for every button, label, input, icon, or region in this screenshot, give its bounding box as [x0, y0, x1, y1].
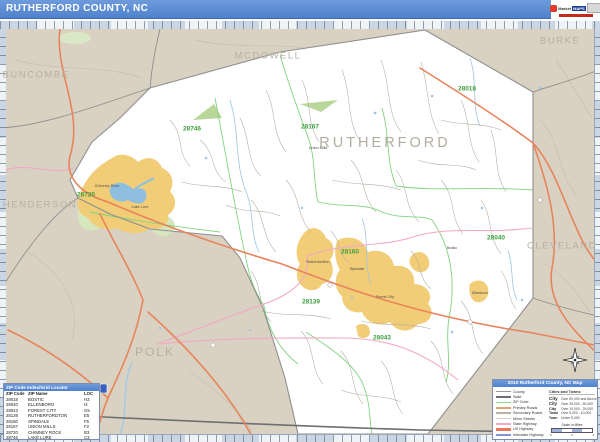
legend-item-interstate-highway: Interstate Highway [496, 432, 549, 437]
town-label: Rutherfordton [306, 260, 329, 264]
map-canvas: BUNCOMBE MCDOWELL BURKE HENDERSON CLEVEL… [6, 29, 594, 434]
county-label-rutherford: RUTHERFORD [319, 135, 451, 151]
town-label: Chimney Rock [95, 184, 120, 188]
zip-label-28018: 28018 [458, 86, 476, 93]
logo-address-block [587, 3, 600, 13]
zip-index-header: ZIP Code Index/Grid Locator [4, 384, 99, 391]
map-legend: 2010 Rutherford County, NC Map County St… [492, 379, 598, 440]
zip-label-28167: 28167 [301, 124, 319, 131]
county-label-cleveland: CLEVELAND [527, 241, 597, 252]
scale-bar-group: Scale in Miles 024 [549, 423, 595, 437]
county-label-polk: POLK [135, 345, 175, 359]
interstate-shield-icon [100, 384, 107, 393]
town-label: Union Mills [309, 146, 328, 150]
grid-ruler-right [594, 29, 600, 434]
map-art [6, 29, 594, 434]
town-label: Spindale [350, 267, 365, 271]
zip-label-28160: 28160 [341, 249, 359, 256]
zip-index-row: 28746LAKE LUREC3 [4, 435, 99, 441]
county-label-burke: BURKE [540, 36, 580, 47]
logo-red-strip [559, 14, 593, 17]
county-label-henderson: HENDERSON [3, 200, 77, 211]
map-legend-header: 2010 Rutherford County, NC Map [493, 380, 597, 387]
logo: Market MAPS [551, 0, 600, 20]
zip-label-28139: 28139 [302, 299, 320, 306]
zip-label-28040: 28040 [487, 235, 505, 242]
zip-label-28746: 28746 [183, 126, 201, 133]
town-label: Bostic [447, 246, 457, 250]
town-label: Forest City [376, 295, 394, 299]
legend-line-items: County State ZIP Code Primary Roads Seco… [496, 389, 549, 438]
city-size-row: TownUnder 5,000 [549, 416, 595, 421]
zip-label-28720: 28720 [77, 192, 95, 199]
scale-ticks: 024 [550, 433, 594, 437]
zip-index-legend: ZIP Code Index/Grid Locator ZIP Code ZIP… [3, 383, 100, 440]
forest-patch [59, 32, 91, 44]
page-title: RUTHERFORD COUNTY, NC [0, 0, 551, 18]
town-label: Lake Lure [132, 205, 149, 209]
zip-label-28043: 28043 [373, 335, 391, 342]
logo-brand-bottom: MAPS [572, 6, 586, 11]
map-page: RUTHERFORD COUNTY, NC Market MAPS [0, 0, 600, 442]
logo-brand-top: Market [558, 6, 571, 11]
scale-label: Scale in Miles [549, 423, 595, 427]
town-label: Ellenboro [472, 291, 488, 295]
county-label-buncombe: BUNCOMBE [3, 70, 70, 81]
county-label-mcdowell: MCDOWELL [235, 51, 302, 62]
logo-mark-icon [550, 5, 557, 12]
legend-cities-and-towns: Cities and Towns CityOver 50,000 and Abo… [549, 389, 595, 438]
title-bar: RUTHERFORD COUNTY, NC [0, 0, 551, 19]
cities-header: Cities and Towns [549, 389, 595, 395]
